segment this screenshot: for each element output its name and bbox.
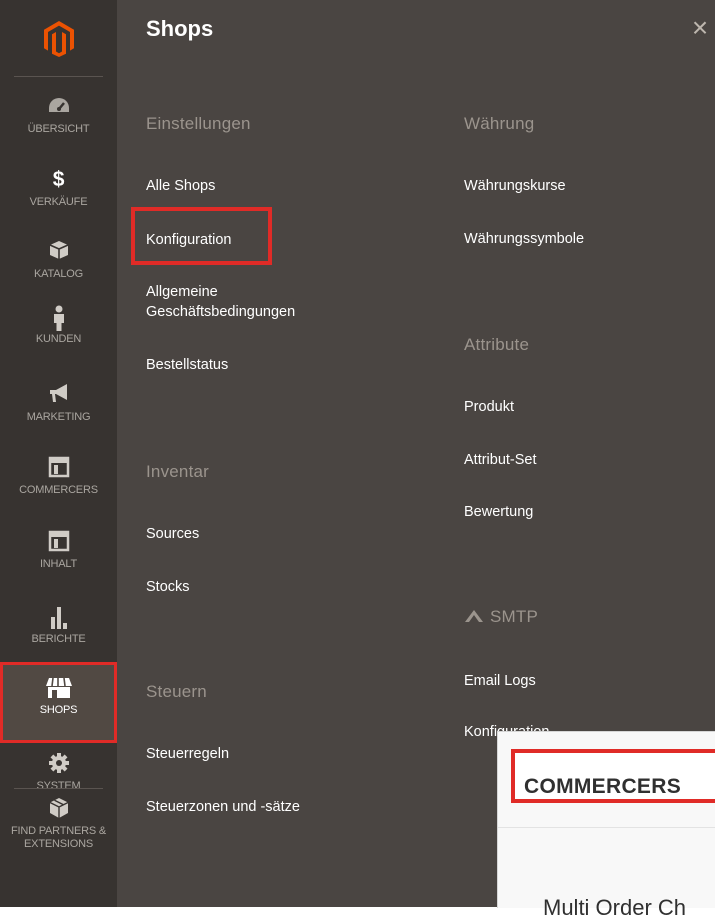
dollar-icon: $: [52, 168, 65, 191]
menu-link-product[interactable]: Produkt: [464, 397, 514, 417]
person-icon: [0, 305, 117, 331]
nav-system[interactable]: SYSTEM: [0, 752, 117, 793]
store-icon: [0, 676, 117, 702]
menu-link-all-stores[interactable]: Alle Shops: [146, 176, 215, 196]
menu-link-configuration[interactable]: Konfiguration: [146, 230, 231, 250]
box-icon: [0, 240, 117, 266]
megaphone-icon: [0, 383, 117, 409]
gear-icon: [0, 752, 117, 778]
commercers-header[interactable]: COMMERCERS: [524, 775, 681, 799]
menu-link-sources[interactable]: Sources: [146, 524, 199, 544]
nav-find-partners[interactable]: FIND PARTNERS & EXTENSIONS: [0, 797, 117, 851]
logo-divider: [14, 76, 103, 77]
smtp-store-icon: [464, 608, 484, 628]
inset-divider: [498, 827, 715, 828]
menu-link-currency-symbols[interactable]: Währungssymbole: [464, 229, 584, 249]
menu-link-tax-zones[interactable]: Steuerzonen und -sätze: [146, 797, 300, 817]
close-icon[interactable]: ×: [685, 14, 715, 44]
section-currency-title: Währung: [464, 114, 535, 133]
section-attributes-title: Attribute: [464, 335, 530, 354]
nav-catalog-label: KATALOG: [34, 268, 83, 280]
section-inventory-title: Inventar: [146, 462, 210, 481]
magento-logo-icon: [43, 20, 74, 57]
nav-stores-label: SHOPS: [39, 704, 78, 716]
nav-divider: [14, 788, 103, 789]
nav-reports[interactable]: BERICHTE: [0, 605, 117, 646]
menu-link-email-logs[interactable]: Email Logs: [464, 671, 536, 691]
nav-stores[interactable]: SHOPS: [0, 662, 117, 743]
nav-content-label: INHALT: [39, 558, 78, 570]
commercers-inset: COMMERCERS Multi Order Ch: [497, 731, 715, 920]
panel-title: Shops: [146, 16, 214, 41]
nav-sales[interactable]: $ VERKÄUFE: [0, 168, 117, 209]
nav-customers-label: KUNDEN: [35, 333, 82, 345]
menu-link-tax-rules[interactable]: Steuerregeln: [146, 744, 229, 764]
menu-link-terms[interactable]: Allgemeine Geschäftsbedingungen: [146, 282, 366, 322]
menu-link-stocks[interactable]: Stocks: [146, 577, 190, 597]
magento-logo[interactable]: [0, 0, 117, 77]
section-smtp-label: SMTP: [490, 607, 539, 626]
nav-catalog[interactable]: KATALOG: [0, 240, 117, 281]
menu-link-currency-rates[interactable]: Währungskurse: [464, 176, 566, 196]
bar-chart-icon: [0, 605, 117, 631]
layout-icon: [0, 456, 117, 482]
nav-commercers[interactable]: COMMERCERS: [0, 456, 117, 497]
layout-icon: [0, 530, 117, 556]
nav-sales-label: VERKÄUFE: [29, 196, 88, 208]
nav-marketing-label: MARKETING: [26, 411, 91, 423]
section-smtp-title: SMTP: [464, 607, 538, 628]
admin-sidebar: ÜBERSICHT $ VERKÄUFE KATALOG KUNDEN MARK…: [0, 0, 117, 907]
cube-icon: [0, 797, 117, 823]
nav-content[interactable]: INHALT: [0, 530, 117, 571]
nav-commercers-label: COMMERCERS: [19, 484, 98, 496]
admin-app: ÜBERSICHT $ VERKÄUFE KATALOG KUNDEN MARK…: [0, 0, 715, 920]
nav-find-partners-label: FIND PARTNERS & EXTENSIONS: [11, 825, 106, 850]
multi-order-text[interactable]: Multi Order Ch: [543, 895, 686, 921]
nav-reports-label: BERICHTE: [31, 633, 86, 645]
nav-dashboard[interactable]: ÜBERSICHT: [0, 95, 117, 136]
nav-dashboard-label: ÜBERSICHT: [27, 123, 90, 135]
menu-link-attribute-set[interactable]: Attribut-Set: [464, 450, 537, 470]
nav-customers[interactable]: KUNDEN: [0, 305, 117, 346]
section-settings-title: Einstellungen: [146, 114, 251, 133]
nav-system-label: SYSTEM: [36, 780, 81, 792]
dashboard-icon: [0, 95, 117, 121]
nav-marketing[interactable]: MARKETING: [0, 383, 117, 424]
section-taxes-title: Steuern: [146, 682, 207, 701]
menu-link-order-status[interactable]: Bestellstatus: [146, 355, 228, 375]
menu-link-rating[interactable]: Bewertung: [464, 502, 533, 522]
